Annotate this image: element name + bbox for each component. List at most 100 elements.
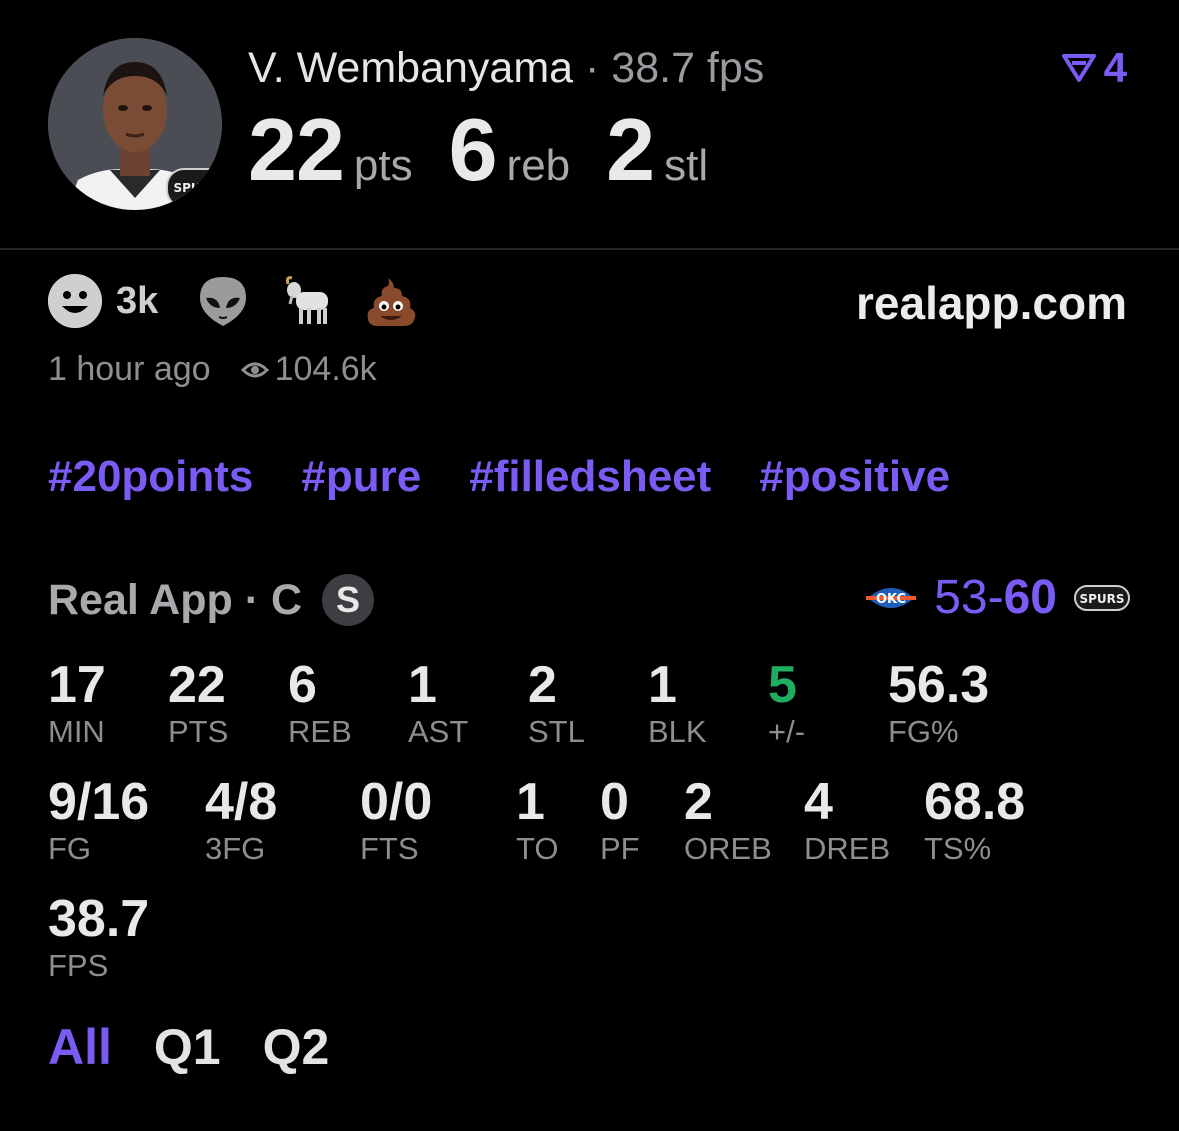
svg-text:OKC: OKC — [876, 592, 906, 607]
stat-3fg: 4/8 3FG — [205, 773, 277, 867]
stat-value: 0 — [600, 773, 629, 831]
player-name[interactable]: V. Wembanyama — [248, 44, 573, 92]
source-line: Real App · C S — [48, 574, 375, 626]
stat-label: BLK — [648, 714, 707, 749]
headline-stats: 22 pts 6 reb 2 stl — [248, 100, 744, 226]
headline-pts-unit: pts — [353, 141, 413, 190]
stat-label: +/- — [768, 714, 806, 749]
stat-value: 17 — [48, 656, 106, 714]
stat-blk: 1 BLK — [648, 656, 707, 750]
tab-all[interactable]: All — [48, 1018, 112, 1076]
stat-value: 68.8 — [924, 773, 1026, 831]
headline-reb-value: 6 — [448, 100, 498, 199]
stat-value: 4 — [804, 773, 833, 831]
stat-value: 0/0 — [360, 773, 433, 831]
stat-ts-pct: 68.8 TS% — [924, 773, 1025, 867]
title-separator: · — [585, 44, 600, 92]
vote-count: 4 — [1103, 44, 1127, 91]
player-avatar[interactable]: SPURS — [48, 38, 222, 210]
stat-dreb: 4 DREB — [804, 773, 890, 867]
header-divider — [0, 248, 1179, 250]
spurs-logo-icon: SPURS — [166, 168, 222, 208]
poop-icon[interactable] — [364, 274, 418, 328]
stat-fg-pct: 56.3 FG% — [888, 656, 989, 750]
stat-label: FG — [48, 831, 92, 866]
hashtag-20points[interactable]: #20points — [48, 452, 253, 502]
stat-value: 9/16 — [48, 773, 150, 831]
svg-text:SPURS: SPURS — [1079, 592, 1124, 606]
stat-label: TS% — [924, 831, 992, 866]
reaction-count: 3k — [116, 279, 159, 322]
vote-button[interactable]: 4 — [1061, 44, 1127, 92]
headline-stl-unit: stl — [664, 141, 709, 190]
spurs-logo-icon: SPURS — [1074, 584, 1130, 611]
stat-value: 1 — [516, 773, 545, 831]
hashtag-filledsheet[interactable]: #filledsheet — [469, 452, 711, 502]
okc-logo-icon: OKC — [866, 587, 917, 608]
post-time: 1 hour ago — [48, 350, 211, 388]
stat-stl: 2 STL — [528, 656, 585, 750]
stat-label: OREB — [684, 831, 772, 866]
game-score[interactable]: OKC 53-60 SPURS — [864, 570, 1131, 625]
home-score: 60 — [1003, 571, 1057, 624]
stat-label: AST — [408, 714, 469, 749]
away-score: 53 — [934, 571, 988, 624]
stat-plus-minus: 5 +/- — [768, 656, 805, 750]
stat-label: TO — [516, 831, 559, 866]
alien-icon[interactable] — [196, 274, 250, 328]
stat-value: 1 — [648, 656, 677, 714]
stat-value: 22 — [168, 656, 226, 714]
hashtag-list: #20points #pure #filledsheet #positive — [48, 452, 950, 502]
hashtag-positive[interactable]: #positive — [759, 452, 950, 502]
stat-oreb: 2 OREB — [684, 773, 772, 867]
stat-value: 5 — [768, 656, 797, 714]
stat-fps: 38.7 FPS — [48, 890, 149, 984]
tab-q1[interactable]: Q1 — [154, 1018, 221, 1076]
headline-reb-unit: reb — [506, 141, 571, 190]
eye-icon — [240, 362, 269, 377]
stat-pf: 0 PF — [600, 773, 640, 867]
reaction-bar: 3k — [48, 274, 448, 328]
vote-arrow-icon — [1061, 54, 1096, 82]
view-count: 104.6k — [274, 350, 377, 388]
stat-label: REB — [288, 714, 352, 749]
source-label: Real App · C — [48, 575, 303, 624]
stat-label: PTS — [168, 714, 229, 749]
headline-stl-value: 2 — [606, 100, 655, 199]
stat-to: 1 TO — [516, 773, 559, 867]
tab-q2[interactable]: Q2 — [263, 1018, 330, 1076]
headline-pts-value: 22 — [248, 100, 345, 199]
spurs-logo-text: SPURS — [173, 181, 219, 195]
stat-min: 17 MIN — [48, 656, 106, 750]
stat-fg: 9/16 FG — [48, 773, 149, 867]
source-badge[interactable]: S — [322, 574, 375, 626]
score-dash: - — [987, 571, 1004, 624]
stat-fts: 0/0 FTS — [360, 773, 432, 867]
stat-value: 2 — [528, 656, 557, 714]
player-fps: 38.7 fps — [611, 44, 765, 92]
stat-label: FG% — [888, 714, 959, 749]
smile-icon[interactable] — [48, 274, 102, 328]
stat-value: 1 — [408, 656, 437, 714]
stat-label: 3FG — [205, 831, 266, 866]
site-link[interactable]: realapp.com — [856, 276, 1127, 330]
stat-pts: 22 PTS — [168, 656, 228, 750]
stat-value: 6 — [288, 656, 317, 714]
stat-value: 38.7 — [48, 890, 150, 948]
stat-label: PF — [600, 831, 640, 866]
post-meta: 1 hour ago 104.6k — [48, 350, 377, 389]
stat-value: 56.3 — [888, 656, 990, 714]
player-title[interactable]: V. Wembanyama · 38.7 fps — [248, 42, 764, 94]
period-tabs: All Q1 Q2 — [48, 1018, 329, 1076]
hashtag-pure[interactable]: #pure — [301, 452, 421, 502]
stat-label: STL — [528, 714, 585, 749]
stat-value: 2 — [684, 773, 713, 831]
stat-label: MIN — [48, 714, 105, 749]
stat-ast: 1 AST — [408, 656, 468, 750]
stat-label: DREB — [804, 831, 891, 866]
stat-reb: 6 REB — [288, 656, 352, 750]
stat-label: FTS — [360, 831, 419, 866]
goat-icon[interactable] — [280, 274, 334, 328]
stat-label: FPS — [48, 948, 109, 983]
stat-value: 4/8 — [205, 773, 278, 831]
